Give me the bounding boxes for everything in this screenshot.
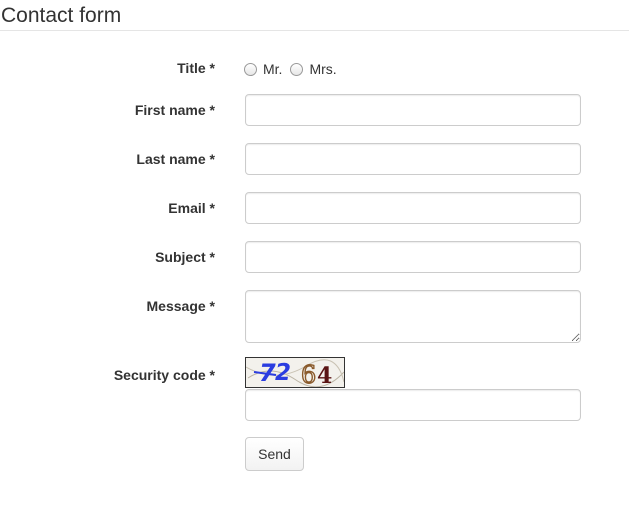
captcha-image: 7 2 6 4: [245, 357, 345, 388]
contact-form-page: Contact form Title * Mr. Mrs. First name…: [0, 0, 629, 523]
first-name-label: First name *: [134, 102, 215, 118]
title-option-mrs[interactable]: Mrs.: [290, 61, 337, 77]
security-code-input[interactable]: [245, 389, 581, 421]
radio-mrs-label: Mrs.: [309, 61, 337, 77]
email-label: Email *: [168, 200, 215, 216]
message-textarea[interactable]: [245, 290, 581, 343]
first-name-input[interactable]: [245, 94, 581, 126]
send-button[interactable]: Send: [245, 437, 304, 471]
subject-label: Subject *: [155, 249, 215, 265]
captcha-char-4: 4: [317, 363, 332, 387]
title-option-mr[interactable]: Mr.: [244, 61, 282, 77]
security-code-label: Security code *: [113, 367, 215, 383]
last-name-input[interactable]: [245, 143, 581, 175]
captcha-char-2: 2: [275, 360, 291, 386]
email-input[interactable]: [245, 192, 581, 224]
radio-mr[interactable]: [244, 62, 257, 76]
radio-mrs[interactable]: [290, 62, 304, 76]
subject-input[interactable]: [245, 241, 581, 273]
last-name-label: Last name *: [136, 151, 215, 167]
title-label: Title *: [177, 60, 215, 76]
title-radio-group: Mr. Mrs.: [244, 60, 345, 78]
message-label: Message *: [146, 298, 215, 314]
page-title: Contact form: [1, 4, 122, 27]
captcha-char-3: 6: [301, 361, 316, 387]
title-divider: [0, 30, 629, 31]
captcha-graphic: 7 2 6 4: [246, 358, 344, 387]
radio-mr-label: Mr.: [263, 61, 283, 77]
